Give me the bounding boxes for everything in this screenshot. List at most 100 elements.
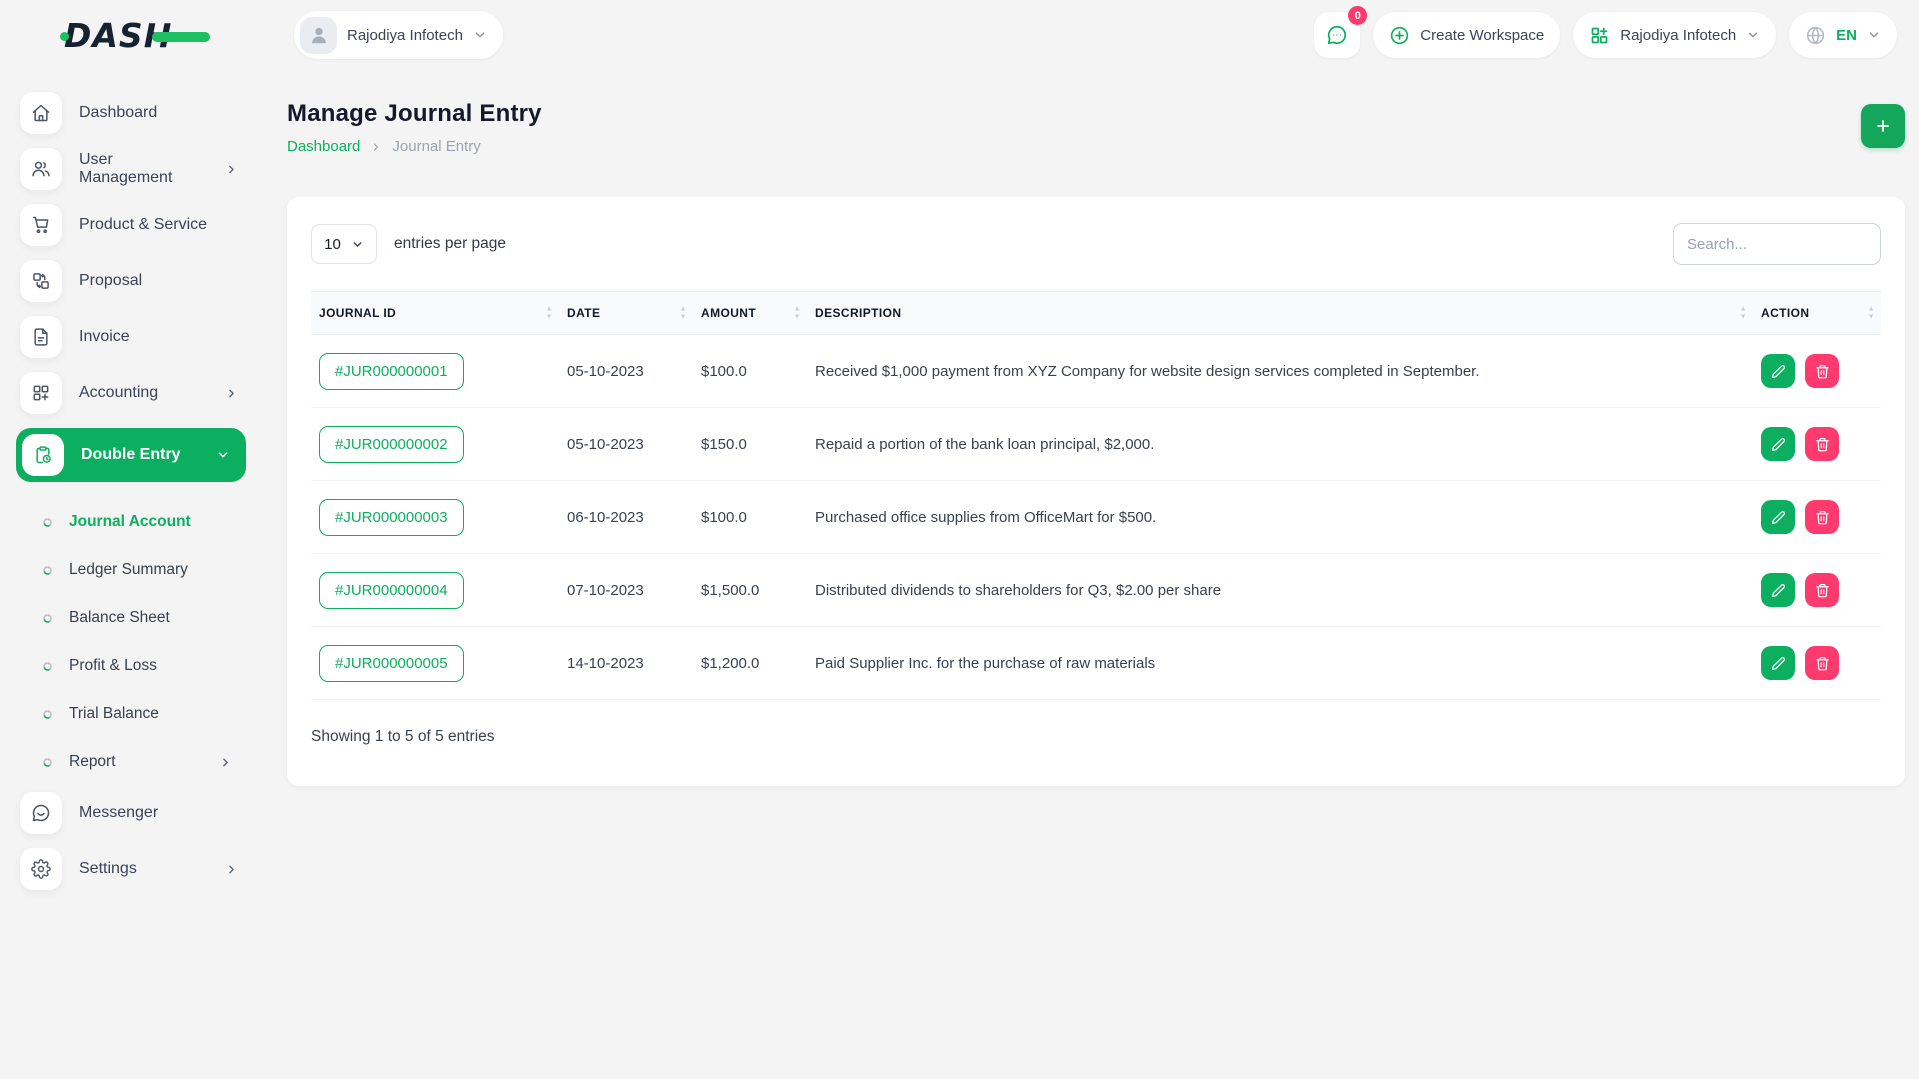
trash-icon xyxy=(1815,583,1829,597)
cart-icon xyxy=(20,204,62,246)
sidebar-item-label: Proposal xyxy=(79,272,143,289)
logo[interactable]: DASH xyxy=(0,16,260,55)
edit-button[interactable] xyxy=(1761,427,1795,461)
globe-icon xyxy=(1806,26,1825,44)
chevron-down-icon xyxy=(1748,32,1758,38)
delete-button[interactable] xyxy=(1805,427,1839,461)
avatar-person-icon xyxy=(311,27,326,44)
date-cell: 14-10-2023 xyxy=(559,626,693,700)
entries-per-page-select[interactable]: 10 xyxy=(311,224,377,264)
edit-button[interactable] xyxy=(1761,500,1795,534)
journal-id-badge[interactable]: #JUR000000001 xyxy=(319,352,464,390)
journal-table-card: 10 entries per page JOURNAL ID▲▼ DATE▲▼ … xyxy=(287,197,1905,786)
sidebar-item-accounting[interactable]: Accounting xyxy=(16,372,246,414)
delete-button[interactable] xyxy=(1805,500,1839,534)
sort-arrows-icon: ▲ ▼ xyxy=(545,305,553,321)
company-selector[interactable]: Rajodiya Infotech xyxy=(1573,12,1777,58)
description-cell: Distributed dividends to shareholders fo… xyxy=(807,553,1753,627)
breadcrumb-dashboard-link[interactable]: Dashboard xyxy=(287,138,360,155)
topbar: DASH Rajodiya Infotech 0 Create Workspac… xyxy=(0,0,1919,70)
pencil-icon xyxy=(1771,656,1785,670)
table-row: #JUR000000001 05-10-2023 $100.0 Received… xyxy=(311,334,1881,408)
sidebar-item-settings[interactable]: Settings xyxy=(16,848,246,890)
language-code: EN xyxy=(1836,26,1857,44)
submenu-item-ledger-summary[interactable]: Ledger Summary xyxy=(42,546,246,594)
bullet-circle-icon xyxy=(43,661,52,671)
amount-cell: $1,200.0 xyxy=(693,626,807,700)
sidebar-item-double-entry[interactable]: Double Entry xyxy=(16,428,246,482)
submenu-item-balance-sheet[interactable]: Balance Sheet xyxy=(42,594,246,642)
bullet-circle-icon xyxy=(43,757,52,767)
home-icon xyxy=(20,92,62,134)
date-cell: 05-10-2023 xyxy=(559,407,693,481)
edit-button[interactable] xyxy=(1761,646,1795,680)
pencil-icon xyxy=(1771,583,1785,597)
breadcrumb-current: Journal Entry xyxy=(392,138,481,155)
sidebar-item-proposal[interactable]: Proposal xyxy=(16,260,246,302)
submenu-item-trial-balance[interactable]: Trial Balance xyxy=(42,690,246,738)
create-journal-entry-button[interactable] xyxy=(1861,104,1905,148)
swap-boxes-icon xyxy=(20,260,62,302)
chevron-right-icon xyxy=(229,865,234,873)
plus-icon xyxy=(1877,120,1889,132)
trash-icon xyxy=(1815,437,1829,451)
sort-arrows-icon: ▲ ▼ xyxy=(793,305,801,321)
delete-button[interactable] xyxy=(1805,573,1839,607)
journal-id-badge[interactable]: #JUR000000005 xyxy=(319,644,464,682)
description-cell: Paid Supplier Inc. for the purchase of r… xyxy=(807,626,1753,700)
submenu-item-profit-loss[interactable]: Profit & Loss xyxy=(42,642,246,690)
delete-button[interactable] xyxy=(1805,354,1839,388)
sidebar-item-product-service[interactable]: Product & Service xyxy=(16,204,246,246)
create-workspace-label: Create Workspace xyxy=(1420,26,1545,44)
chevron-down-icon xyxy=(1869,32,1879,38)
submenu-item-report[interactable]: Report xyxy=(42,738,246,786)
chevron-right-icon xyxy=(229,389,234,397)
sidebar-item-label: Double Entry xyxy=(81,446,181,463)
bullet-circle-icon xyxy=(43,613,52,623)
pencil-icon xyxy=(1771,437,1785,451)
journal-id-badge[interactable]: #JUR000000004 xyxy=(319,571,464,609)
sidebar-item-label: User Management xyxy=(79,151,173,186)
table-row: #JUR000000004 07-10-2023 $1,500.0 Distri… xyxy=(311,553,1881,627)
submenu-item-journal-account[interactable]: Journal Account xyxy=(42,498,246,546)
journal-entries-table: JOURNAL ID ▲ ▼ DATE ▲ ▼ AMOUNT ▲ ▼ DESCRIPTION… xyxy=(311,291,1881,700)
column-header-date[interactable]: DATE ▲ ▼ xyxy=(559,291,693,335)
create-workspace-button[interactable]: Create Workspace xyxy=(1373,12,1561,58)
invoice-file-icon xyxy=(20,316,62,358)
messenger-icon xyxy=(20,792,62,834)
column-header-amount[interactable]: AMOUNT ▲ ▼ xyxy=(693,291,807,335)
table-row: #JUR000000003 06-10-2023 $100.0 Purchase… xyxy=(311,480,1881,554)
search-input[interactable] xyxy=(1673,223,1881,265)
sidebar-item-user-management[interactable]: User Management xyxy=(16,148,246,190)
sidebar-item-invoice[interactable]: Invoice xyxy=(16,316,246,358)
breadcrumb: Dashboard Journal Entry xyxy=(287,138,542,155)
sort-arrows-icon: ▲ ▼ xyxy=(679,305,687,321)
delete-button[interactable] xyxy=(1805,646,1839,680)
edit-button[interactable] xyxy=(1761,354,1795,388)
gear-icon xyxy=(20,848,62,890)
column-header-description[interactable]: DESCRIPTION ▲ ▼ xyxy=(807,291,1753,335)
chevron-right-icon xyxy=(374,142,379,151)
edit-button[interactable] xyxy=(1761,573,1795,607)
logo-dot-icon xyxy=(60,31,69,41)
journal-id-badge[interactable]: #JUR000000002 xyxy=(319,425,464,463)
description-cell: Received $1,000 payment from XYZ Company… xyxy=(807,334,1753,408)
column-header-action[interactable]: ACTION ▲ ▼ xyxy=(1753,291,1881,335)
sort-arrows-icon: ▲ ▼ xyxy=(1867,305,1875,321)
journal-id-badge[interactable]: #JUR000000003 xyxy=(319,498,464,536)
date-cell: 06-10-2023 xyxy=(559,480,693,554)
sidebar-item-dashboard[interactable]: Dashboard xyxy=(16,92,246,134)
chevron-down-icon xyxy=(475,32,485,38)
language-selector[interactable]: EN xyxy=(1789,12,1897,58)
chat-bubble-icon xyxy=(1328,25,1347,45)
workspace-selector[interactable]: Rajodiya Infotech xyxy=(294,11,503,59)
sidebar-item-label: Dashboard xyxy=(79,104,158,121)
column-header-journal-id[interactable]: JOURNAL ID ▲ ▼ xyxy=(311,291,559,335)
chevron-right-icon xyxy=(229,165,234,173)
messages-button[interactable]: 0 xyxy=(1314,6,1368,58)
page-title: Manage Journal Entry xyxy=(287,100,542,127)
sidebar-item-messenger[interactable]: Messenger xyxy=(16,792,246,834)
sort-arrows-icon: ▲ ▼ xyxy=(1739,305,1747,321)
sidebar-item-label: Invoice xyxy=(79,328,130,345)
table-row: #JUR000000002 05-10-2023 $150.0 Repaid a… xyxy=(311,407,1881,481)
